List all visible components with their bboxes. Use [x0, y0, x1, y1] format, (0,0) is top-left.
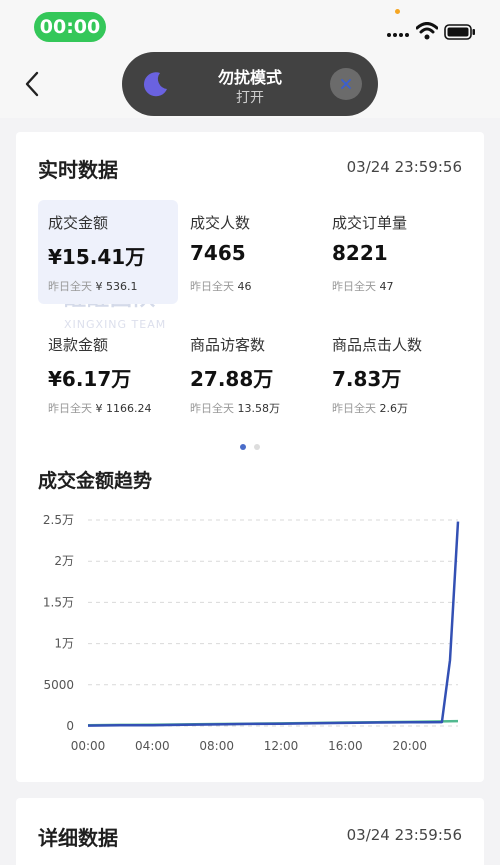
- wifi-icon: [416, 22, 438, 40]
- metric-orders[interactable]: 成交订单量 8221 昨日全天 47: [322, 200, 462, 304]
- do-not-disturb-toast[interactable]: 勿扰模式 打开: [122, 52, 378, 116]
- realtime-timestamp: 03/24 23:59:56: [346, 158, 462, 176]
- metric-gmv[interactable]: 成交金额 ¥15.41万 昨日全天 ¥ 536.1: [38, 200, 178, 304]
- metric-value: ¥6.17万: [48, 367, 132, 391]
- metric-label: 成交金额: [48, 214, 109, 232]
- x-tick-label: 16:00: [328, 739, 363, 753]
- metric-label: 成交订单量: [332, 214, 408, 232]
- battery-icon: [444, 24, 475, 40]
- y-tick-label: 0: [66, 719, 74, 733]
- realtime-card: 实时数据 03/24 23:59:56 醒醒团队 XINGXING TEAM 成…: [16, 132, 484, 782]
- back-arrow-icon[interactable]: [22, 70, 42, 98]
- metric-compare: 昨日全天 2.6万: [332, 402, 408, 415]
- y-tick-label: 2.5万: [43, 513, 74, 527]
- x-tick-label: 12:00: [264, 739, 299, 753]
- pager-dot[interactable]: [254, 444, 260, 450]
- dnd-close-button[interactable]: [330, 68, 362, 100]
- metric-value: 8221: [332, 241, 388, 265]
- status-time: 00:00: [34, 12, 106, 42]
- series-line: [87, 521, 460, 727]
- metric-compare: 昨日全天 ¥ 1166.24: [48, 402, 152, 415]
- y-tick-label: 5000: [43, 678, 74, 692]
- metric-compare: 昨日全天 46: [190, 280, 252, 293]
- metric-compare: 昨日全天 13.58万: [190, 402, 280, 415]
- metrics-pager[interactable]: [16, 444, 484, 450]
- metric-label: 商品访客数: [190, 336, 266, 354]
- metric-label: 成交人数: [190, 214, 251, 232]
- y-tick-label: 2万: [54, 554, 74, 568]
- metric-buyers[interactable]: 成交人数 7465 昨日全天 46: [180, 200, 320, 304]
- pager-dot-active[interactable]: [240, 444, 246, 450]
- y-tick-label: 1.5万: [43, 595, 74, 609]
- status-bar: 00:00: [0, 0, 500, 50]
- metric-compare: 昨日全天 47: [332, 280, 394, 293]
- metric-label: 商品点击人数: [332, 336, 423, 354]
- x-tick-label: 20:00: [392, 739, 427, 753]
- trend-title: 成交金额趋势: [38, 470, 153, 492]
- cellular-signal-icon: [387, 33, 409, 37]
- x-tick-label: 08:00: [199, 739, 234, 753]
- metric-clicks[interactable]: 商品点击人数 7.83万 昨日全天 2.6万: [322, 322, 462, 426]
- metric-refund[interactable]: 退款金额 ¥6.17万 昨日全天 ¥ 1166.24: [38, 322, 178, 426]
- privacy-indicator-dot: [395, 9, 400, 14]
- close-icon: [341, 79, 351, 89]
- metric-label: 退款金额: [48, 336, 109, 354]
- realtime-title: 实时数据: [38, 158, 118, 182]
- x-tick-label: 00:00: [71, 739, 106, 753]
- detail-card: 详细数据 03/24 23:59:56: [16, 798, 484, 865]
- detail-title: 详细数据: [38, 826, 118, 850]
- metric-compare: 昨日全天 ¥ 536.1: [48, 280, 138, 293]
- metric-value: ¥15.41万: [48, 245, 146, 269]
- y-tick-label: 1万: [54, 637, 74, 651]
- metric-visitors[interactable]: 商品访客数 27.88万 昨日全天 13.58万: [180, 322, 320, 426]
- metric-value: 27.88万: [190, 367, 274, 391]
- detail-timestamp: 03/24 23:59:56: [346, 826, 462, 844]
- metric-value: 7465: [190, 241, 246, 265]
- metric-value: 7.83万: [332, 367, 402, 391]
- x-tick-label: 04:00: [135, 739, 170, 753]
- gmv-trend-chart: 0 5000 1万 1.5万 2万 2.5万 00:00 04:00 08:00 12:00 16:…: [43, 513, 460, 753]
